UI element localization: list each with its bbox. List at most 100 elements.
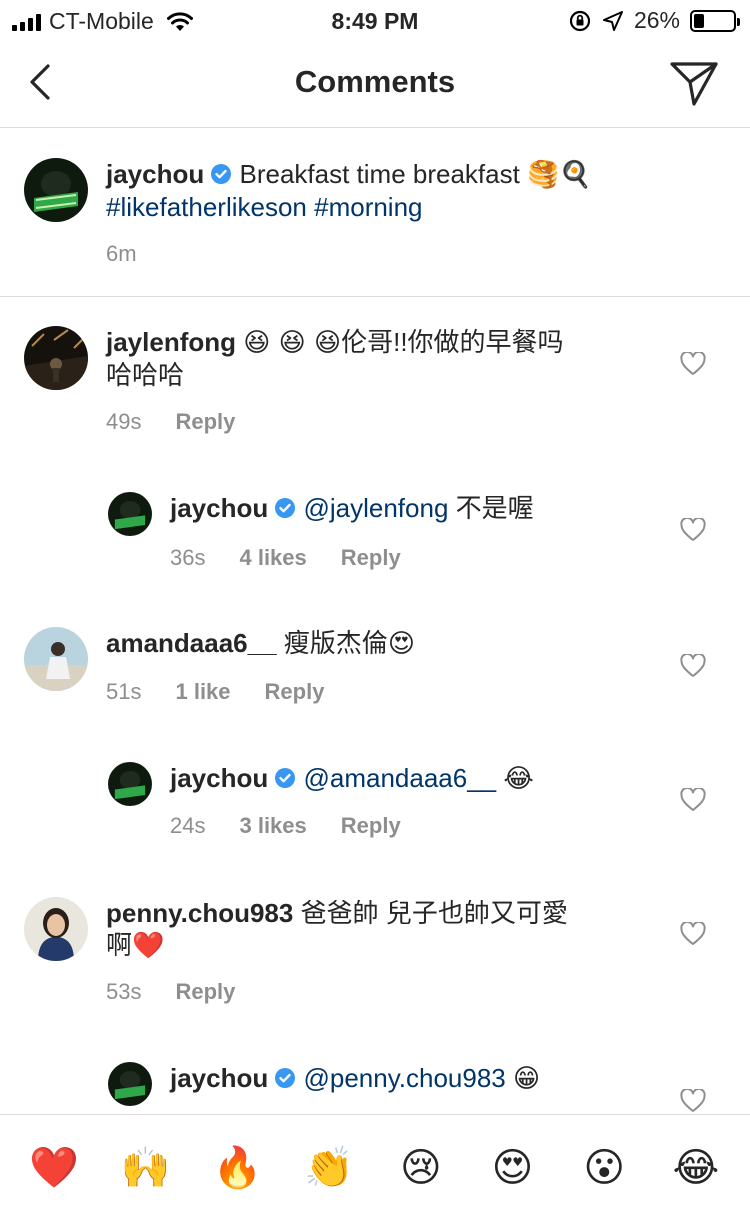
verified-badge-icon [211, 164, 232, 184]
comment-body: jaylenfong 😆 😆 😆伦哥!!你做的早餐吗 哈哈哈 [106, 326, 636, 391]
reaction-fire-button[interactable]: 🔥 [213, 1144, 263, 1192]
reply-item: jaychou @penny.chou983 😁 [0, 1037, 750, 1114]
comment-username[interactable]: jaychou [170, 1063, 268, 1093]
comment-emoji: 😂 [503, 764, 534, 794]
beach-photo-avatar-icon [24, 627, 88, 691]
like-heart-icon[interactable] [680, 788, 706, 812]
comment-username[interactable]: amandaaa6__ [106, 628, 277, 658]
comment-emoji: 😁 [513, 1064, 541, 1094]
verified-badge-icon [275, 768, 296, 788]
comment-time: 49s [106, 409, 142, 434]
comment-username[interactable]: jaylenfong [106, 327, 236, 357]
comment-meta: 53s Reply [106, 979, 235, 1005]
caption-text: Breakfast time breakfast [239, 159, 520, 189]
green-hornet-avatar-icon [108, 1062, 152, 1106]
avatar[interactable] [108, 492, 152, 536]
comment-text: 伦哥!!你做的早餐吗 [341, 327, 564, 357]
comment-body: jaychou @amandaaa6__ 😂 [170, 762, 650, 795]
stage-avatar-icon [24, 326, 88, 390]
comment-time: 53s [106, 979, 142, 1004]
comment-body: amandaaa6__ 瘦版杰倫😍 [106, 627, 636, 660]
comment-username[interactable]: jaychou [170, 493, 268, 523]
like-heart-icon[interactable] [680, 1089, 706, 1113]
page-title: Comments [294, 64, 456, 99]
comment-emoji: 😆 😆 😆 [243, 328, 342, 358]
comment-meta: 36s 4 likes Reply [170, 545, 401, 571]
like-heart-icon[interactable] [680, 352, 706, 376]
comment-username[interactable]: penny.chou983 [106, 898, 293, 928]
portrait-avatar-icon [24, 897, 88, 961]
verified-badge-icon [275, 1068, 296, 1088]
avatar[interactable] [24, 158, 88, 222]
post-caption: jaychou Breakfast time breakfast 🥞🍳 #lik… [0, 129, 750, 297]
avatar[interactable] [24, 627, 88, 691]
like-heart-icon[interactable] [680, 922, 706, 946]
green-hornet-avatar-icon [108, 762, 152, 806]
reply-item: jaychou @amandaaa6__ 😂 24s 3 likes Reply [0, 737, 750, 867]
comment-time: 24s [170, 813, 206, 838]
comment-username[interactable]: jaychou [170, 763, 268, 793]
quick-reaction-bar: ❤️ 🙌 🔥 👏 😢 😍 😮 😂 [0, 1114, 750, 1221]
caption-body: jaychou Breakfast time breakfast 🥞🍳 #lik… [106, 158, 706, 223]
comment-item: jaylenfong 😆 😆 😆伦哥!!你做的早餐吗 哈哈哈 49s Reply [0, 297, 750, 467]
caption-meta: 6m [106, 241, 137, 267]
avatar[interactable] [108, 762, 152, 806]
comment-mention[interactable]: @jaylenfong [303, 493, 448, 523]
green-hornet-avatar-icon [108, 492, 152, 536]
battery-percent: 26% [633, 7, 680, 33]
caption-time: 6m [106, 241, 137, 266]
comment-body: jaychou @penny.chou983 😁 [170, 1062, 650, 1095]
comment-time: 51s [106, 679, 142, 704]
nav-bar: Comments [0, 40, 750, 128]
comment-meta: 51s 1 like Reply [106, 679, 324, 705]
avatar[interactable] [24, 897, 88, 961]
comment-mention[interactable]: @amandaaa6__ [303, 763, 496, 793]
caption-username[interactable]: jaychou [106, 159, 204, 189]
orientation-lock-icon [569, 10, 591, 31]
caption-hashtags[interactable]: #likefatherlikeson #morning [106, 192, 423, 222]
avatar[interactable] [24, 326, 88, 390]
comment-emoji: 😍 [387, 629, 415, 659]
reaction-clapping-button[interactable]: 👏 [304, 1144, 354, 1192]
like-heart-icon[interactable] [680, 654, 706, 678]
likes-count[interactable]: 4 likes [239, 545, 306, 571]
reaction-laughing-button[interactable]: 😂 [672, 1144, 720, 1192]
likes-count[interactable]: 1 like [175, 679, 230, 705]
comment-mention[interactable]: @penny.chou983 [303, 1063, 505, 1093]
comment-body: penny.chou983 爸爸帥 兒子也帥又可愛 啊❤️ [106, 897, 636, 962]
reaction-raising-hands-button[interactable]: 🙌 [121, 1144, 171, 1192]
likes-count[interactable]: 3 likes [239, 813, 306, 839]
comment-body: jaychou @jaylenfong 不是喔 [170, 492, 650, 524]
comment-item: penny.chou983 爸爸帥 兒子也帥又可愛 啊❤️ 53s Reply [0, 867, 750, 1037]
reply-item: jaychou @jaylenfong 不是喔 36s 4 likes Repl… [0, 467, 750, 597]
comment-time: 36s [170, 545, 206, 570]
verified-badge-icon [275, 498, 296, 518]
reply-button[interactable]: Reply [175, 409, 235, 435]
comment-item: amandaaa6__ 瘦版杰倫😍 51s 1 like Reply [0, 597, 750, 737]
status-bar: CT-Mobile 8:49 PM 26% [0, 0, 750, 40]
green-hornet-avatar-icon [24, 158, 88, 222]
reaction-surprised-button[interactable]: 😮 [580, 1144, 628, 1192]
reaction-heart-button[interactable]: ❤️ [29, 1144, 79, 1192]
reply-button[interactable]: Reply [341, 813, 401, 839]
like-heart-icon[interactable] [680, 518, 706, 542]
reaction-crying-button[interactable]: 😢 [397, 1144, 445, 1192]
battery-level [694, 13, 704, 28]
reaction-heart-eyes-button[interactable]: 😍 [489, 1144, 537, 1192]
caption-emoji: 🥞🍳 [527, 160, 592, 190]
comment-text: 瘦版杰倫 [283, 628, 388, 658]
comment-text-line2: 哈哈哈 [106, 360, 185, 390]
comment-text: 不是喔 [455, 493, 534, 523]
location-arrow-icon [602, 10, 623, 31]
status-right: 26% [568, 7, 740, 34]
comment-text: 爸爸帥 兒子也帥又可愛 [300, 898, 568, 928]
direct-send-icon[interactable] [668, 58, 720, 108]
comment-emoji: ❤️ [132, 931, 165, 961]
comment-text-line2: 啊 [106, 930, 133, 960]
reply-button[interactable]: Reply [341, 545, 401, 571]
battery-icon [690, 9, 740, 32]
avatar[interactable] [108, 1062, 152, 1106]
reply-button[interactable]: Reply [265, 679, 325, 705]
reply-button[interactable]: Reply [175, 979, 235, 1005]
comment-meta: 24s 3 likes Reply [170, 813, 401, 839]
